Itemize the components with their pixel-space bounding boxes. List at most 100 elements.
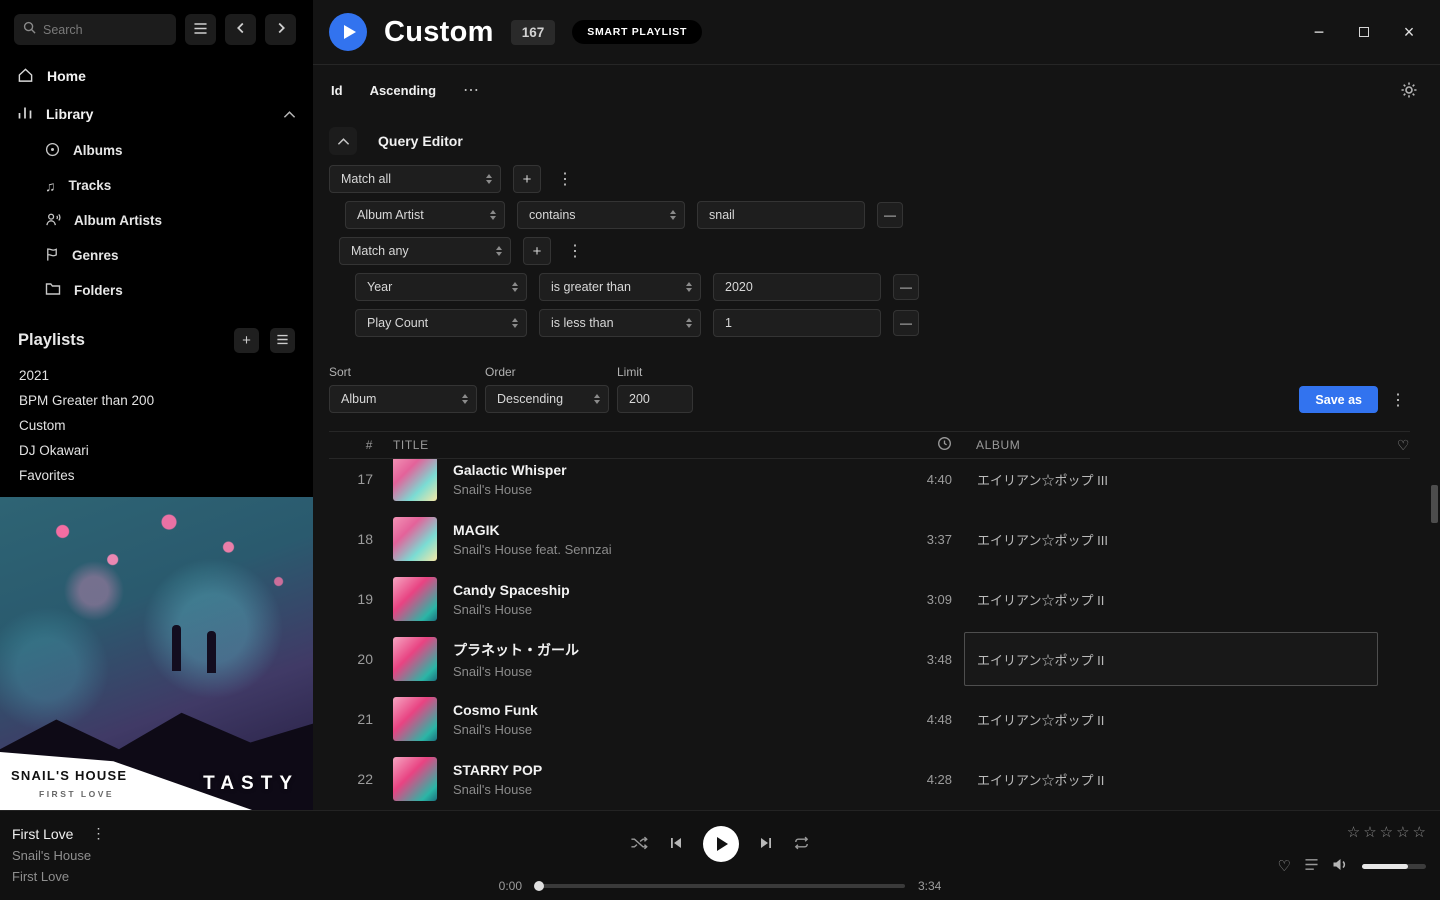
limit-input[interactable] <box>617 385 693 413</box>
sidebar-item-home[interactable]: Home <box>0 57 313 95</box>
playlist-item[interactable]: Custom <box>0 413 313 438</box>
add-rule-button[interactable]: + <box>513 165 541 193</box>
next-track-button[interactable] <box>759 836 773 853</box>
sort-select[interactable]: Album <box>329 385 477 413</box>
save-as-button[interactable]: Save as <box>1299 386 1378 413</box>
repeat-button[interactable] <box>793 835 810 854</box>
playlist-list-button[interactable] <box>270 328 295 353</box>
search-box[interactable] <box>14 14 176 45</box>
column-header-favorite[interactable]: ♡ <box>1388 437 1410 454</box>
playlist-menu-button[interactable]: ⋮ <box>1386 386 1410 413</box>
sidebar-item-library[interactable]: Library <box>0 95 313 133</box>
track-row[interactable]: 17 Galactic Whisper Snail's House 4:40 エ… <box>329 459 1410 509</box>
now-playing-title[interactable]: First Love <box>12 826 73 842</box>
column-header-album[interactable]: ALBUM <box>964 438 1378 452</box>
shuffle-button[interactable] <box>630 835 649 854</box>
seek-bar[interactable] <box>535 884 905 888</box>
playlist-item[interactable]: BPM Greater than 200 <box>0 388 313 413</box>
track-artist[interactable]: Snail's House <box>453 664 882 679</box>
play-pause-button[interactable] <box>703 826 739 862</box>
track-title[interactable]: Candy Spaceship <box>453 582 882 598</box>
rule-operator-select[interactable]: is less than <box>539 309 701 337</box>
queue-button[interactable] <box>1304 858 1319 874</box>
favorite-heart-button[interactable]: ♡ <box>1278 859 1291 874</box>
star-icon[interactable]: ☆ <box>1347 825 1360 840</box>
playlist-item[interactable]: 2021 <box>0 363 313 388</box>
more-options-icon[interactable]: ⋯ <box>463 80 480 100</box>
track-artist[interactable]: Snail's House <box>453 782 882 797</box>
seek-handle[interactable] <box>534 881 544 891</box>
nav-back-button[interactable] <box>225 14 256 45</box>
nav-forward-button[interactable] <box>265 14 296 45</box>
collapse-query-editor-button[interactable] <box>329 127 357 155</box>
sidebar-item-tracks[interactable]: ♫ Tracks <box>0 168 313 203</box>
add-playlist-button[interactable]: + <box>234 328 259 353</box>
rule-operator-select[interactable]: is greater than <box>539 273 701 301</box>
track-artist[interactable]: Snail's House feat. Sennzai <box>453 542 882 557</box>
group-menu-button[interactable]: ⋮ <box>553 169 577 189</box>
track-row[interactable]: 22 STARRY POP Snail's House 4:28 エイリアン☆ポ… <box>329 749 1410 809</box>
rule-value-input[interactable] <box>697 201 865 229</box>
rule-value-input[interactable] <box>713 309 881 337</box>
star-icon[interactable]: ☆ <box>1380 825 1393 840</box>
sidebar-item-folders[interactable]: Folders <box>0 273 313 308</box>
star-icon[interactable]: ☆ <box>1396 825 1409 840</box>
rule-field-select[interactable]: Album Artist <box>345 201 505 229</box>
remove-rule-button[interactable]: — <box>877 202 903 228</box>
sort-field-button[interactable]: Id <box>331 83 343 98</box>
track-album-cell[interactable]: エイリアン☆ポップ II <box>964 632 1378 686</box>
now-playing-menu-button[interactable]: ⋮ <box>87 825 109 842</box>
volume-slider[interactable] <box>1362 864 1426 869</box>
track-row[interactable]: 21 Cosmo Funk Snail's House 4:48 エイリアン☆ポ… <box>329 689 1410 749</box>
track-album-cell[interactable]: エイリアン☆ポップ III <box>964 459 1378 506</box>
column-header-title[interactable]: TITLE <box>393 438 882 452</box>
chevron-up-icon[interactable] <box>283 106 296 122</box>
track-album-cell[interactable]: エイリアン☆ポップ II <box>964 572 1378 626</box>
playlist-item[interactable]: Favorites <box>0 463 313 488</box>
track-artist[interactable]: Snail's House <box>453 722 882 737</box>
group-menu-button[interactable]: ⋮ <box>563 241 587 261</box>
add-rule-button[interactable]: + <box>523 237 551 265</box>
settings-gear-button[interactable] <box>1400 81 1418 99</box>
column-header-index[interactable]: # <box>329 438 373 452</box>
rule-value-input[interactable] <box>713 273 881 301</box>
sidebar-item-album-artists[interactable]: Album Artists <box>0 203 313 238</box>
track-title[interactable]: Galactic Whisper <box>453 462 882 478</box>
window-minimize-button[interactable]: − <box>1310 23 1328 41</box>
track-row[interactable]: 20 プラネット・ガール Snail's House 3:48 エイリアン☆ポッ… <box>329 629 1410 689</box>
track-row[interactable]: 19 Candy Spaceship Snail's House 3:09 エイ… <box>329 569 1410 629</box>
rule-operator-select[interactable]: contains <box>517 201 685 229</box>
window-maximize-button[interactable] <box>1355 23 1373 41</box>
column-header-duration[interactable] <box>882 436 952 454</box>
track-title[interactable]: STARRY POP <box>453 762 882 778</box>
track-title[interactable]: MAGIK <box>453 522 882 538</box>
match-type-select[interactable]: Match all <box>329 165 501 193</box>
track-artist[interactable]: Snail's House <box>453 482 882 497</box>
sidebar-item-genres[interactable]: Genres <box>0 238 313 273</box>
scrollbar-thumb[interactable] <box>1431 485 1438 523</box>
sort-direction-button[interactable]: Ascending <box>370 83 436 98</box>
now-playing-artist[interactable]: Snail's House <box>12 848 109 863</box>
track-row[interactable]: 18 MAGIK Snail's House feat. Sennzai 3:3… <box>329 509 1410 569</box>
now-playing-album[interactable]: First Love <box>12 869 109 884</box>
previous-track-button[interactable] <box>669 836 683 853</box>
track-album-cell[interactable]: エイリアン☆ポップ III <box>964 512 1378 566</box>
window-close-button[interactable]: × <box>1400 23 1418 41</box>
remove-rule-button[interactable]: — <box>893 310 919 336</box>
play-playlist-button[interactable] <box>329 13 367 51</box>
track-title[interactable]: プラネット・ガール <box>453 640 882 660</box>
remove-rule-button[interactable]: — <box>893 274 919 300</box>
sidebar-item-albums[interactable]: Albums <box>0 133 313 168</box>
star-icon[interactable]: ☆ <box>1413 825 1426 840</box>
search-input[interactable] <box>43 23 167 37</box>
menu-button[interactable] <box>185 14 216 45</box>
star-icon[interactable]: ☆ <box>1363 825 1376 840</box>
track-album-cell[interactable]: エイリアン☆ポップ II <box>964 752 1378 806</box>
playlist-item[interactable]: DJ Okawari <box>0 438 313 463</box>
volume-button[interactable] <box>1332 857 1349 875</box>
track-title[interactable]: Cosmo Funk <box>453 702 882 718</box>
rule-field-select[interactable]: Year <box>355 273 527 301</box>
rule-field-select[interactable]: Play Count <box>355 309 527 337</box>
track-artist[interactable]: Snail's House <box>453 602 882 617</box>
track-album-cell[interactable]: エイリアン☆ポップ II <box>964 692 1378 746</box>
